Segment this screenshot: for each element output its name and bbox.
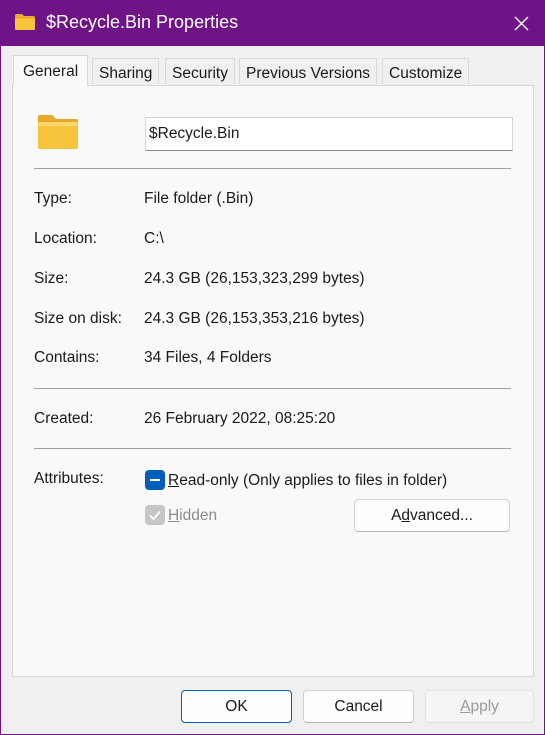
readonly-label-text: ead-only (Only applies to files in folde…: [179, 472, 448, 489]
separator: [34, 388, 511, 389]
ok-button[interactable]: OK: [181, 690, 292, 723]
advanced-label-a: A: [391, 507, 402, 524]
apply-mnemonic: A: [460, 698, 471, 715]
created-value: 26 February 2022, 08:25:20: [144, 410, 336, 427]
window-title: $Recycle.Bin Properties: [46, 12, 239, 32]
size-label: Size:: [34, 270, 69, 287]
tab-security[interactable]: Security: [165, 58, 235, 84]
readonly-checkbox-label[interactable]: Read-only (Only applies to files in fold…: [168, 472, 447, 490]
hidden-mnemonic: H: [168, 507, 180, 524]
readonly-mnemonic: R: [168, 472, 180, 489]
type-label: Type:: [34, 190, 72, 207]
location-value: C:\: [144, 230, 164, 247]
advanced-label-rest: vanced...: [410, 507, 473, 524]
readonly-checkbox[interactable]: [145, 470, 165, 490]
cancel-button[interactable]: Cancel: [303, 690, 414, 723]
hidden-label-text: idden: [179, 507, 218, 524]
close-button[interactable]: [498, 1, 544, 46]
properties-dialog: $Recycle.Bin Properties General Sharing …: [0, 0, 545, 735]
size-on-disk-label: Size on disk:: [34, 310, 122, 327]
folder-icon: [15, 14, 35, 30]
contains-label: Contains:: [34, 349, 100, 366]
tab-sharing[interactable]: Sharing: [92, 58, 160, 84]
tab-general[interactable]: General: [13, 55, 89, 86]
tab-previous-versions[interactable]: Previous Versions: [239, 58, 378, 84]
attributes-label: Attributes:: [34, 470, 104, 487]
type-value: File folder (.Bin): [144, 190, 254, 207]
hidden-checkbox-label[interactable]: Hidden: [168, 507, 217, 525]
separator: [34, 168, 511, 169]
title-bar[interactable]: $Recycle.Bin Properties: [1, 1, 544, 46]
folder-name-input[interactable]: [145, 117, 513, 151]
hidden-checkbox[interactable]: [145, 505, 165, 525]
checkmark-icon: [149, 510, 161, 521]
folder-icon: [38, 115, 78, 149]
size-on-disk-value: 24.3 GB (26,153,353,216 bytes): [144, 310, 365, 327]
apply-label-rest: pply: [470, 698, 499, 715]
advanced-button[interactable]: Advanced...: [354, 499, 510, 532]
tab-customize[interactable]: Customize: [382, 58, 470, 84]
size-value: 24.3 GB (26,153,323,299 bytes): [144, 270, 365, 287]
separator: [34, 448, 511, 449]
close-icon: [514, 16, 529, 31]
general-tab-panel: Type: File folder (.Bin) Location: C:\ S…: [12, 85, 534, 677]
contains-value: 34 Files, 4 Folders: [144, 349, 272, 366]
apply-button[interactable]: Apply: [425, 690, 534, 723]
created-label: Created:: [34, 410, 94, 427]
location-label: Location:: [34, 230, 97, 247]
advanced-mnemonic: d: [401, 507, 411, 524]
